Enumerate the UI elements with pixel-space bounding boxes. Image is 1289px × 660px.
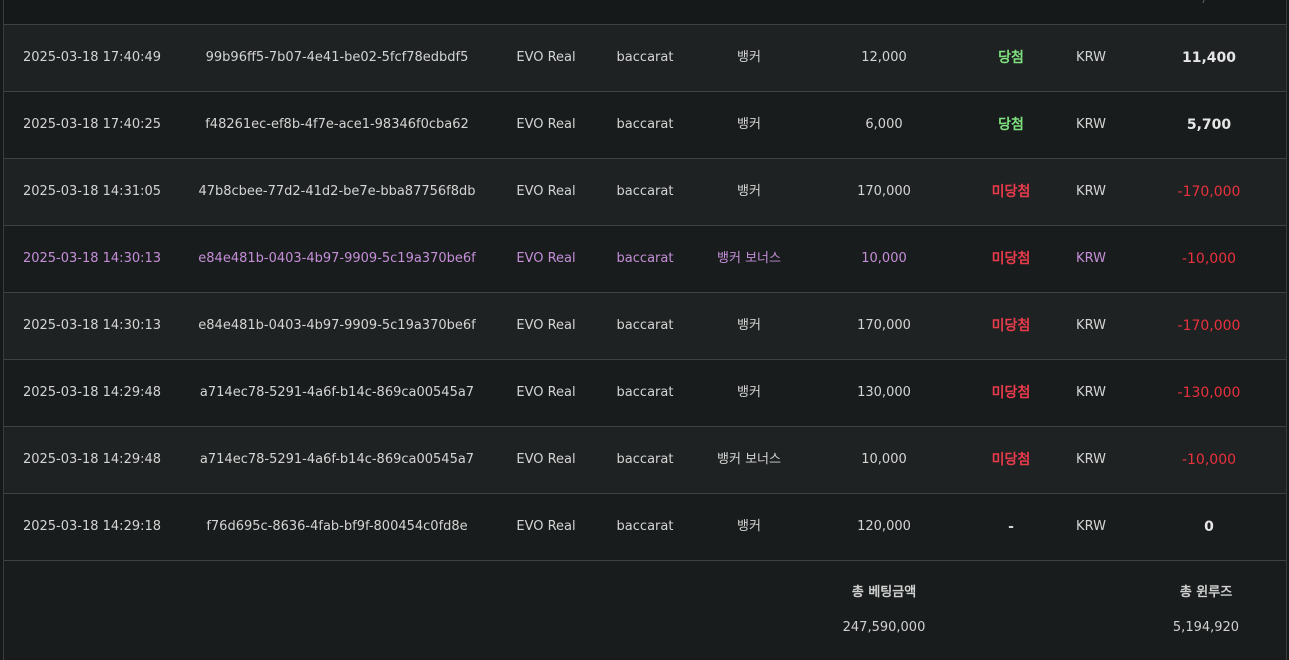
table-row[interactable]: 2025-03-18 14:29:48 a714ec78-5291-4a6f-b1… <box>4 427 1286 494</box>
bet-pick: 뱅커 <box>737 184 761 199</box>
currency: KRW <box>1076 50 1106 65</box>
table-row[interactable]: 2025-03-18 14:31:05 47b8cbee-77d2-41d2-be… <box>4 159 1286 226</box>
bet-amount: 130,000 <box>857 385 911 400</box>
bet-result: 미당첨 <box>991 251 1031 267</box>
bet-result: - <box>1008 519 1014 535</box>
game-name: baccarat <box>616 385 674 400</box>
bet-amount: 6,000 <box>865 117 903 132</box>
game-name: baccarat <box>616 50 674 65</box>
vendor-name: EVO Real <box>516 117 576 132</box>
bet-time: 2025-03-18 14:29:48 <box>22 452 162 467</box>
bet-id: e84e481b-0403-4b97-9909-5c19a370be6f <box>198 251 476 266</box>
bet-id: 47b8cbee-77d2-41d2-be7e-bba87756f8db <box>198 184 476 199</box>
bet-history-table: 2025-03-18 17:40:49 99b96ff5-7b07-4e41-be… <box>3 0 1287 660</box>
bet-time: 2025-03-18 17:40:25 <box>22 117 162 132</box>
currency: KRW <box>1076 318 1106 333</box>
total-winloss-label: 총 윈루즈 <box>1179 585 1233 600</box>
win-loss-amount: -10,000 <box>1181 452 1237 468</box>
bet-result: 당첨 <box>998 117 1024 133</box>
game-name: baccarat <box>616 117 674 132</box>
vendor-name: EVO Real <box>516 519 576 534</box>
win-loss-amount: -130,000 <box>1177 385 1241 401</box>
table-row[interactable]: 2025-03-18 17:40:25 f48261ec-ef8b-4f7e-ac… <box>4 92 1286 159</box>
vendor-name: EVO Real <box>516 452 576 467</box>
total-bet-label: 총 베팅금액 <box>851 585 917 600</box>
win-loss-amount: 0 <box>1204 519 1214 535</box>
bet-pick: 뱅커 보너스 <box>717 452 781 467</box>
total-bet-value: 247,590,000 <box>842 620 926 635</box>
table-row[interactable]: 2025-03-18 14:29:48 a714ec78-5291-4a6f-b1… <box>4 360 1286 427</box>
bet-result: 미당첨 <box>991 184 1031 200</box>
bet-result: 미당첨 <box>991 385 1031 401</box>
bet-amount: 12,000 <box>861 50 907 65</box>
game-name: baccarat <box>616 184 674 199</box>
bet-amount: 10,000 <box>861 452 907 467</box>
currency: KRW <box>1076 184 1106 199</box>
vendor-name: EVO Real <box>516 385 576 400</box>
table-row[interactable]: 2025-03-18 14:30:13 e84e481b-0403-4b97-99… <box>4 293 1286 360</box>
bet-result: 미당첨 <box>991 452 1031 468</box>
bet-amount: 170,000 <box>857 184 911 199</box>
bet-id: f76d695c-8636-4fab-bf9f-800454c0fd8e <box>206 519 468 534</box>
currency: KRW <box>1076 117 1106 132</box>
bet-id: a714ec78-5291-4a6f-b14c-869ca00545a7 <box>199 385 475 400</box>
game-name: baccarat <box>616 452 674 467</box>
table-footer: 총 베팅금액 247,590,000 총 윈루즈 5,194,920 <box>4 561 1286 659</box>
bet-pick: 뱅커 <box>737 117 761 132</box>
bet-pick: 뱅커 <box>737 385 761 400</box>
table-row[interactable]: 2025-03-18 17:40:49 99b96ff5-7b07-4e41-be… <box>4 25 1286 92</box>
vendor-name: EVO Real <box>516 251 576 266</box>
table-body: 2025-03-18 17:40:49 99b96ff5-7b07-4e41-be… <box>4 25 1286 561</box>
vendor-name: EVO Real <box>516 318 576 333</box>
currency: KRW <box>1076 251 1106 266</box>
currency: KRW <box>1076 519 1106 534</box>
scroll-edge-mark <box>1202 0 1209 3</box>
win-loss-amount: -10,000 <box>1181 251 1237 267</box>
bet-amount: 10,000 <box>861 251 907 266</box>
bet-amount: 120,000 <box>857 519 911 534</box>
bet-pick: 뱅커 보너스 <box>717 251 781 266</box>
game-name: baccarat <box>616 318 674 333</box>
table-row[interactable]: 2025-03-18 14:30:13 e84e481b-0403-4b97-99… <box>4 226 1286 293</box>
currency: KRW <box>1076 452 1106 467</box>
game-name: baccarat <box>616 251 674 266</box>
bet-time: 2025-03-18 14:29:18 <box>22 519 162 534</box>
bet-pick: 뱅커 <box>737 519 761 534</box>
win-loss-amount: -170,000 <box>1177 184 1241 200</box>
table-top-edge <box>4 0 1286 25</box>
win-loss-amount: 11,400 <box>1181 50 1237 66</box>
game-name: baccarat <box>616 519 674 534</box>
table-row[interactable]: 2025-03-18 14:29:18 f76d695c-8636-4fab-bf… <box>4 494 1286 561</box>
vendor-name: EVO Real <box>516 50 576 65</box>
bet-id: a714ec78-5291-4a6f-b14c-869ca00545a7 <box>199 452 475 467</box>
bet-result: 당첨 <box>998 50 1024 66</box>
bet-id: f48261ec-ef8b-4f7e-ace1-98346f0cba62 <box>205 117 469 132</box>
bet-time: 2025-03-18 14:31:05 <box>22 184 162 199</box>
bet-pick: 뱅커 <box>737 50 761 65</box>
bet-time: 2025-03-18 14:29:48 <box>22 385 162 400</box>
bet-time: 2025-03-18 14:30:13 <box>22 251 162 266</box>
bet-time: 2025-03-18 17:40:49 <box>22 50 162 65</box>
bet-time: 2025-03-18 14:30:13 <box>22 318 162 333</box>
bet-amount: 170,000 <box>857 318 911 333</box>
bet-pick: 뱅커 <box>737 318 761 333</box>
bet-result: 미당첨 <box>991 318 1031 334</box>
win-loss-amount: -170,000 <box>1177 318 1241 334</box>
total-winloss-value: 5,194,920 <box>1172 620 1240 635</box>
currency: KRW <box>1076 385 1106 400</box>
win-loss-amount: 5,700 <box>1186 117 1232 133</box>
bet-id: 99b96ff5-7b07-4e41-be02-5fcf78edbdf5 <box>205 50 469 65</box>
bet-id: e84e481b-0403-4b97-9909-5c19a370be6f <box>198 318 476 333</box>
vendor-name: EVO Real <box>516 184 576 199</box>
